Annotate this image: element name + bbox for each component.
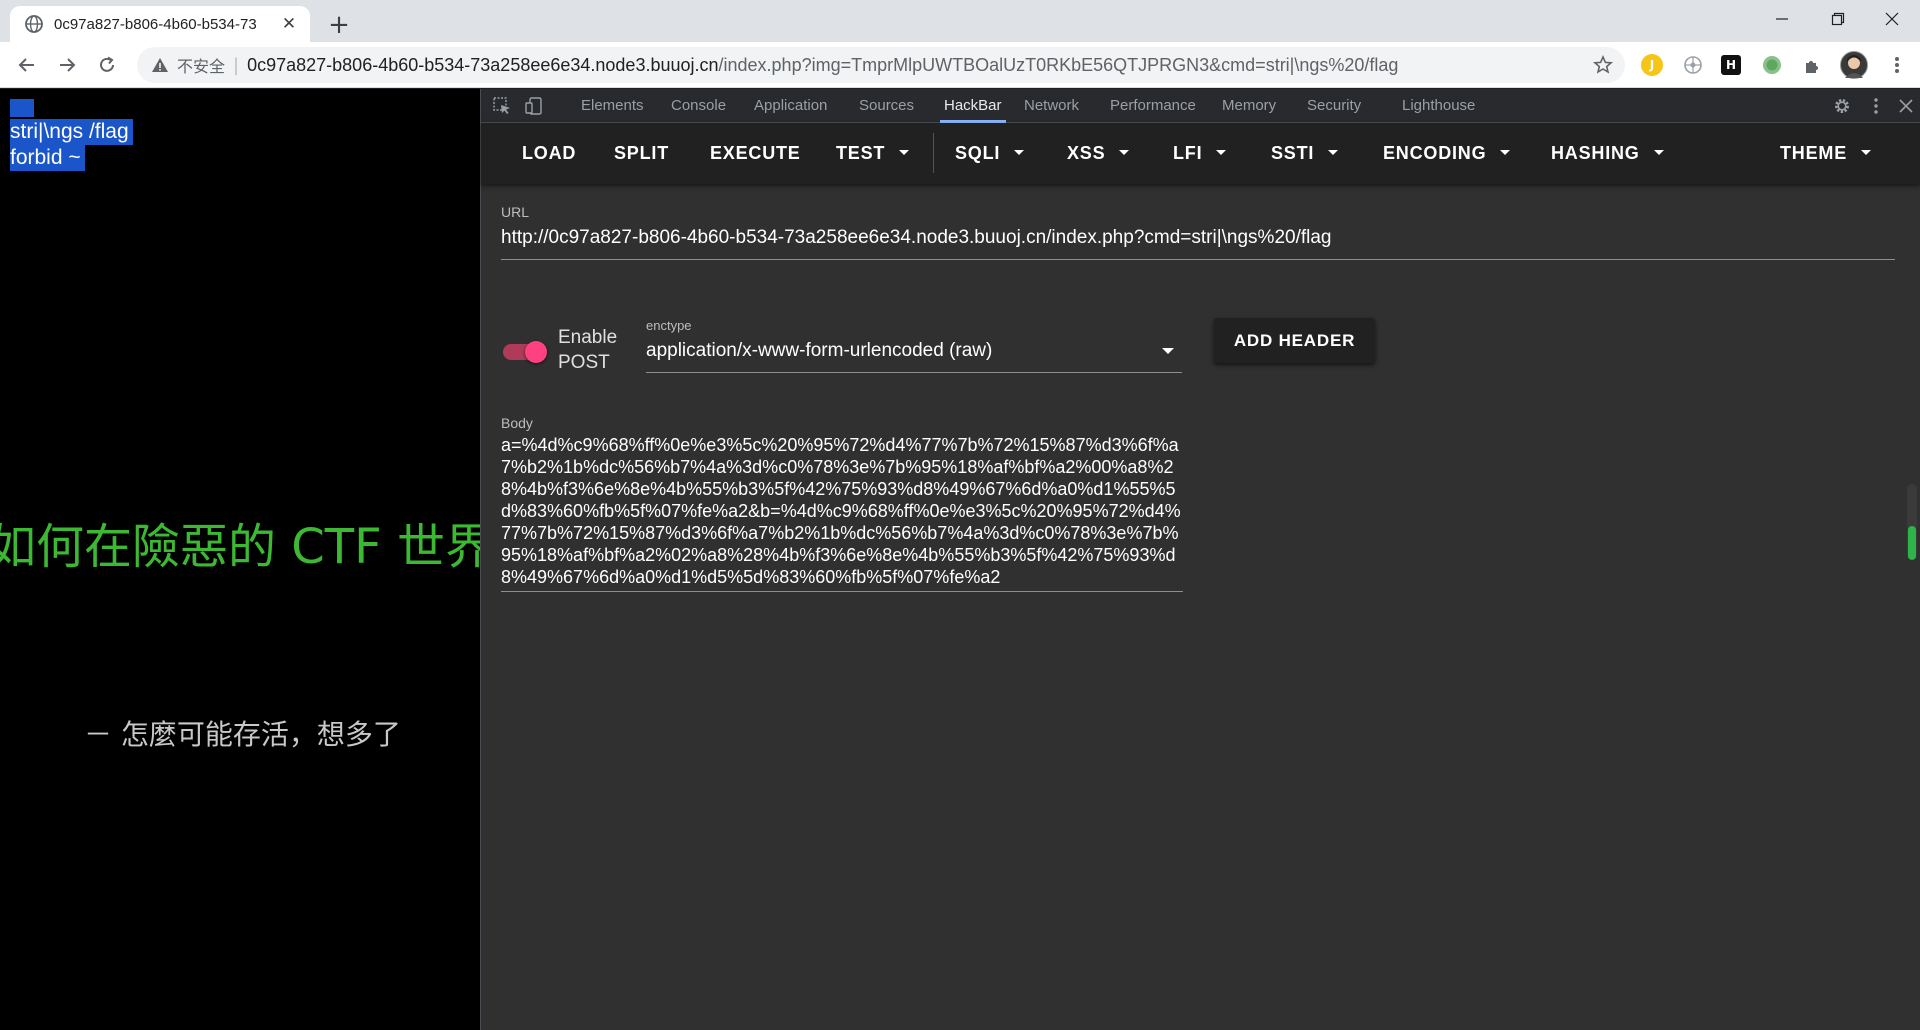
chevron-down-icon (1014, 149, 1025, 155)
more-options-icon[interactable] (1865, 95, 1887, 117)
globe-icon (25, 15, 43, 33)
broken-image-icon (10, 99, 34, 117)
enctype-value: application/x-www-form-urlencoded (raw) (646, 340, 993, 361)
toolbar-divider (933, 133, 934, 173)
lfi-label: LFI (1173, 143, 1203, 163)
enable-post-toggle[interactable] (503, 341, 549, 363)
dropdown-arrow-icon (1162, 348, 1174, 354)
close-icon[interactable]: ✕ (278, 13, 300, 35)
url-separator: | (233, 54, 240, 76)
enctype-select[interactable]: application/x-www-form-urlencoded (raw) (646, 337, 1182, 373)
extension-green-icon[interactable] (1761, 54, 1783, 76)
load-button[interactable]: LOAD (522, 123, 576, 184)
output-line-command: stri|\ngs /flag (10, 119, 133, 145)
security-label[interactable]: 不安全 (177, 53, 225, 77)
chevron-down-icon (1216, 149, 1227, 155)
chevron-down-icon (1861, 149, 1871, 155)
enctype-label: enctype (646, 318, 692, 333)
tab-strip: 0c97a827-b806-4b60-b534-73 ✕ + (0, 0, 1920, 42)
star-icon[interactable] (1593, 55, 1613, 75)
page-viewport: stri|\ngs /flag forbid ~ 如何在險惡的 CTF 世界 －… (0, 89, 480, 1030)
ssti-label: SSTI (1271, 143, 1315, 163)
minimize-icon[interactable] (1754, 0, 1810, 38)
encoding-menu-button[interactable]: ENCODING (1383, 123, 1511, 184)
xss-menu-button[interactable]: XSS (1067, 123, 1130, 184)
theme-label: THEME (1780, 143, 1847, 163)
extension-h-icon[interactable]: H (1721, 55, 1741, 75)
browser-tab[interactable]: 0c97a827-b806-4b60-b534-73 ✕ (10, 6, 310, 42)
tab-performance[interactable]: Performance (1110, 89, 1196, 123)
plus-icon[interactable]: + (323, 9, 355, 41)
tab-sources[interactable]: Sources (859, 89, 914, 123)
scroll-indicator[interactable] (1907, 484, 1917, 560)
page-title: 如何在險惡的 CTF 世界 (0, 519, 480, 575)
devtools-tabbar: Elements Console Application Sources Hac… (481, 89, 1920, 123)
execute-button[interactable]: EXECUTE (710, 123, 801, 184)
window-close-icon[interactable] (1864, 0, 1920, 38)
restore-icon[interactable] (1810, 0, 1866, 38)
warning-icon (152, 58, 168, 72)
avatar[interactable] (1840, 51, 1868, 79)
chevron-down-icon (1328, 149, 1339, 155)
url-label: URL (501, 204, 530, 220)
tab-network[interactable]: Network (1024, 89, 1079, 123)
sqli-menu-button[interactable]: SQLI (955, 123, 1025, 184)
scroll-indicator-fill (1908, 525, 1916, 560)
hackbar-toolbar: LOAD SPLIT EXECUTE TEST SQLI XSS LFI SST… (481, 123, 1920, 184)
url-text[interactable]: 0c97a827-b806-4b60-b534-73a258ee6e34.nod… (247, 55, 1625, 76)
tab-title: 0c97a827-b806-4b60-b534-73 (54, 15, 257, 33)
split-button[interactable]: SPLIT (614, 123, 669, 184)
add-header-button[interactable]: ADD HEADER (1214, 318, 1375, 363)
theme-menu-button[interactable]: THEME (1780, 123, 1871, 184)
tab-security[interactable]: Security (1307, 89, 1361, 123)
ssti-menu-button[interactable]: SSTI (1271, 123, 1339, 184)
test-label: TEST (836, 143, 886, 163)
chevron-down-icon (1653, 149, 1664, 155)
enable-post-label-line2: POST (558, 352, 610, 373)
devtools-panel: Elements Console Application Sources Hac… (480, 89, 1920, 1030)
devtools-close-icon[interactable] (1895, 95, 1917, 117)
toggle-thumb (525, 341, 547, 363)
hashing-menu-button[interactable]: HASHING (1551, 123, 1664, 184)
sqli-label: SQLI (955, 143, 1001, 163)
chevron-down-icon (1500, 149, 1511, 155)
extension-flower-icon[interactable] (1682, 54, 1704, 76)
inspect-icon[interactable] (491, 95, 513, 117)
test-menu-button[interactable]: TEST (836, 123, 910, 184)
lfi-menu-button[interactable]: LFI (1173, 123, 1227, 184)
url-input[interactable]: http://0c97a827-b806-4b60-b534-73a258ee6… (501, 224, 1895, 260)
browser-toolbar: 不安全 | 0c97a827-b806-4b60-b534-73a258ee6e… (0, 42, 1920, 88)
xss-label: XSS (1067, 143, 1106, 163)
output-line-forbid: forbid ~ (10, 145, 85, 171)
body-label: Body (501, 415, 533, 431)
back-icon[interactable] (10, 48, 44, 82)
tab-console[interactable]: Console (671, 89, 726, 123)
chevron-down-icon (1119, 149, 1130, 155)
page-quote: － 怎麼可能存活，想多了 (84, 718, 401, 751)
gear-icon[interactable] (1831, 95, 1853, 117)
tab-hackbar[interactable]: HackBar (940, 89, 1006, 123)
encoding-label: ENCODING (1383, 143, 1487, 163)
device-toolbar-icon[interactable] (523, 95, 545, 117)
reload-icon[interactable] (90, 48, 124, 82)
tab-memory[interactable]: Memory (1222, 89, 1276, 123)
extension-j-icon[interactable]: J (1641, 54, 1663, 76)
tab-application[interactable]: Application (754, 89, 827, 123)
extensions-icon[interactable] (1801, 54, 1823, 76)
enable-post-label: Enable POST (558, 325, 617, 375)
url-path: /index.php?img=TmprMlpUWTBOalUzT0RKbE56Q… (718, 54, 1399, 75)
chevron-down-icon (899, 149, 910, 155)
tab-elements[interactable]: Elements (581, 89, 644, 123)
body-textarea[interactable]: a=%4d%c9%68%ff%0e%e3%5c%20%95%72%d4%77%7… (501, 434, 1183, 592)
forward-icon[interactable] (50, 48, 84, 82)
menu-icon[interactable] (1880, 48, 1914, 82)
tab-lighthouse[interactable]: Lighthouse (1402, 89, 1475, 123)
address-bar[interactable]: 不安全 | 0c97a827-b806-4b60-b534-73a258ee6e… (137, 47, 1625, 83)
url-host: 0c97a827-b806-4b60-b534-73a258ee6e34.nod… (247, 54, 719, 75)
enable-post-label-line1: Enable (558, 327, 618, 348)
hashing-label: HASHING (1551, 143, 1640, 163)
